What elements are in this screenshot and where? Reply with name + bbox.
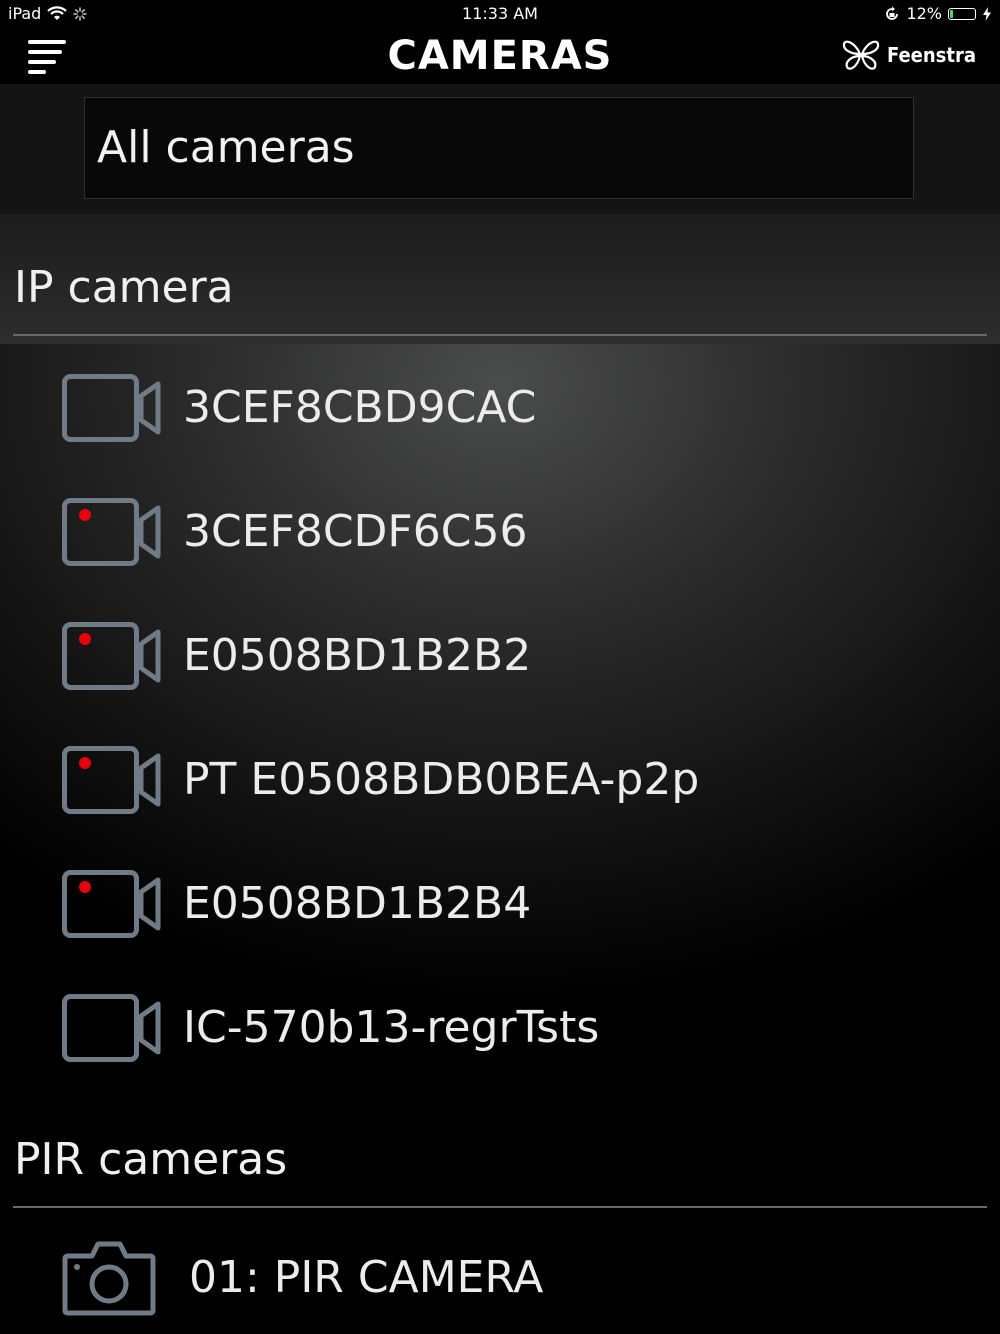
camera-list-item[interactable]: IC-570b13-regrTsts xyxy=(0,984,1000,1080)
camera-name: IC-570b13-regrTsts xyxy=(183,1002,600,1053)
camera-list-item[interactable]: 3CEF8CDF6C56 xyxy=(0,488,1000,584)
recording-indicator xyxy=(79,509,91,521)
recording-indicator xyxy=(79,881,91,893)
pir-section-title: PIR cameras xyxy=(14,1134,288,1185)
video-camera-recording-icon xyxy=(62,746,161,814)
camera-name: 01: PIR CAMERA xyxy=(189,1252,544,1303)
camera-list-item[interactable]: E0508BD1B2B2 xyxy=(0,612,1000,708)
video-camera-icon xyxy=(62,374,161,442)
camera-filter-value: All cameras xyxy=(97,122,355,173)
orientation-lock-icon xyxy=(886,6,899,20)
status-right: 12% xyxy=(884,4,992,23)
ip-section-divider xyxy=(13,334,987,336)
battery-icon xyxy=(948,7,976,20)
photo-camera-icon xyxy=(62,1241,156,1316)
butterfly-logo-icon xyxy=(842,40,880,70)
video-camera-icon xyxy=(62,994,161,1062)
camera-name: E0508BD1B2B2 xyxy=(183,630,532,681)
camera-list-item[interactable]: 01: PIR CAMERA xyxy=(0,1234,1000,1330)
battery-level xyxy=(950,9,953,18)
video-camera-recording-icon xyxy=(62,622,161,690)
camera-name: 3CEF8CDF6C56 xyxy=(183,506,528,557)
camera-name: PT E0508BDB0BEA-p2p xyxy=(183,754,700,805)
camera-list-item[interactable]: 3CEF8CBD9CAC xyxy=(0,364,1000,460)
brand-name: Feenstra xyxy=(886,43,976,67)
status-bar: iPad 11:33 AM 12% xyxy=(0,0,1000,28)
recording-indicator xyxy=(79,633,91,645)
camera-filter-select[interactable]: All cameras xyxy=(84,97,914,199)
battery-percent: 12% xyxy=(906,4,942,23)
brand-logo: Feenstra xyxy=(841,38,976,72)
status-time: 11:33 AM xyxy=(462,4,538,23)
camera-name: E0508BD1B2B4 xyxy=(183,878,532,929)
pir-section-divider xyxy=(13,1206,987,1208)
video-camera-recording-icon xyxy=(62,870,161,938)
recording-indicator xyxy=(79,757,91,769)
camera-name: 3CEF8CBD9CAC xyxy=(183,382,537,433)
camera-list-item[interactable]: E0508BD1B2B4 xyxy=(0,860,1000,956)
camera-list-item[interactable]: PT E0508BDB0BEA-p2p xyxy=(0,736,1000,832)
filter-band: All cameras xyxy=(0,84,1000,214)
charging-bolt-icon xyxy=(983,6,991,21)
app-header: CAMERAS Feenstra xyxy=(0,28,1000,84)
ip-section-title: IP camera xyxy=(14,262,234,313)
video-camera-recording-icon xyxy=(62,498,161,566)
camera-list: IP camera 3CEF8CBD9CAC 3CEF8CDF6C56 E0508B… xyxy=(0,214,1000,1334)
cameras-screen: iPad 11:33 AM 12% CAMERAS Feenstra All c… xyxy=(0,0,1000,1334)
